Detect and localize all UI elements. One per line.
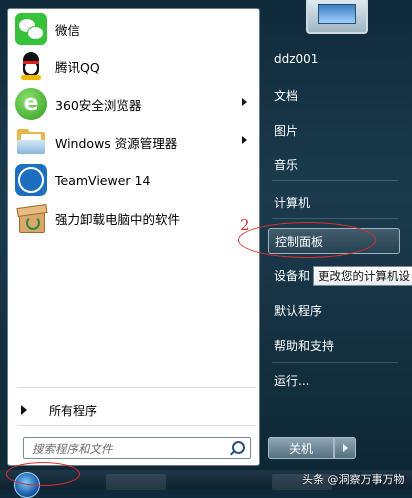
right-item-label: ddz001 [274,52,319,66]
annotation-ellipse-start [6,462,80,486]
right-item-label: 文档 [274,88,299,103]
right-item-default-programs[interactable]: 默认程序 [268,297,400,323]
uninstall-box-icon [15,202,48,234]
right-item-computer[interactable]: 计算机 [268,189,400,215]
program-label: 强力卸载电脑中的软件 [55,211,181,227]
program-label: Windows 资源管理器 [55,135,178,151]
tooltip: 更改您的计算机设 [313,266,412,286]
right-item-documents[interactable]: 文档 [268,82,400,108]
program-label: 360安全浏览器 [55,97,142,113]
right-item-label: 帮助和支持 [274,338,335,353]
shutdown-label: 关机 [288,441,313,456]
start-menu-left-pane: 微信 腾讯QQ e 360安全浏览器 Windows 资源管理器 TeamVie… [7,8,260,466]
right-item-help[interactable]: 帮助和支持 [268,332,400,358]
right-item-pictures[interactable]: 图片 [268,117,400,143]
all-programs-button[interactable]: 所有程序 [18,399,256,421]
right-item-label: 设备和 [274,268,311,283]
program-item-teamviewer[interactable]: TeamViewer 14 [12,162,257,198]
program-item-wechat[interactable]: 微信 [12,11,257,47]
search-icon[interactable] [232,441,245,454]
annotation-ellipse-control-panel [238,222,376,258]
right-item-label: 音乐 [274,157,299,172]
right-item-user[interactable]: ddz001 [268,46,400,72]
right-item-label: 默认程序 [274,303,323,318]
watermark: 头条 @洞察万事万物 [302,473,405,486]
user-picture-tile[interactable] [306,0,368,34]
right-item-run[interactable]: 运行... [268,367,400,393]
divider [272,218,398,219]
shutdown-button[interactable]: 关机 [268,437,334,459]
program-item-360-browser[interactable]: e 360安全浏览器 [12,86,257,122]
program-item-qq[interactable]: 腾讯QQ [12,48,257,84]
wechat-icon [15,13,47,45]
right-item-label: 计算机 [274,195,311,210]
program-label: 微信 [55,22,81,38]
divider [18,425,256,426]
program-item-uninstaller[interactable]: 强力卸载电脑中的软件 [12,200,257,236]
teamviewer-icon [15,164,47,196]
right-item-music[interactable]: 音乐 [268,151,400,177]
program-item-windows-explorer[interactable]: Windows 资源管理器 [12,124,257,160]
monitor-picture-icon [318,4,356,24]
windows-explorer-folder-icon [15,126,47,158]
submenu-arrow-icon[interactable] [242,98,247,106]
shutdown-options-button[interactable] [334,437,356,459]
program-label: 腾讯QQ [55,59,100,75]
expand-arrow-icon [21,405,27,415]
right-item-label: 运行... [274,373,310,388]
divider [272,180,398,181]
taskbar-app-button[interactable] [106,474,166,490]
all-programs-label: 所有程序 [49,403,98,418]
360-browser-icon: e [15,88,47,120]
program-label: TeamViewer 14 [55,172,151,188]
search-input[interactable] [30,439,234,459]
search-box[interactable] [23,437,251,459]
divider [272,362,398,363]
submenu-arrow-icon[interactable] [242,136,247,144]
divider [18,387,256,388]
qq-penguin-icon [15,50,47,82]
right-item-label: 图片 [274,123,299,138]
